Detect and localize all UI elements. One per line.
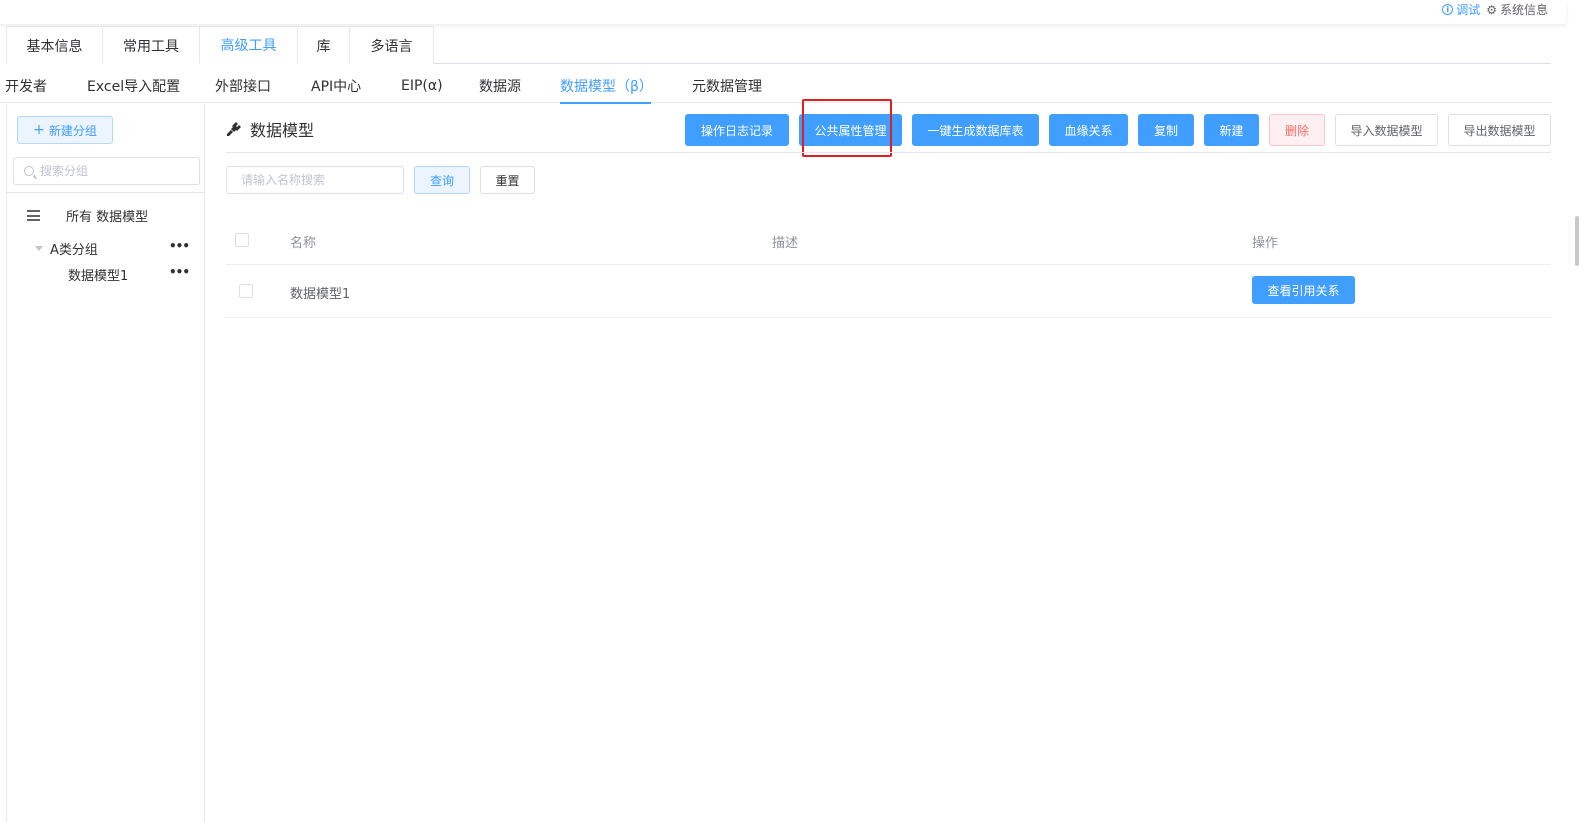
- system-info-link[interactable]: ⚙ 系统信息: [1486, 1, 1548, 18]
- subtab-datasource[interactable]: 数据源: [479, 68, 521, 103]
- top-bar: i 调试 ⚙ 系统信息: [0, 0, 1566, 24]
- info-icon: i: [1442, 4, 1454, 15]
- group-search-input[interactable]: [40, 164, 180, 178]
- operation-log-button[interactable]: 操作日志记录: [685, 114, 789, 146]
- subtab-external-api[interactable]: 外部接口: [215, 68, 271, 103]
- debug-link[interactable]: i 调试: [1442, 1, 1480, 18]
- tab-advanced-tools[interactable]: 高级工具: [199, 26, 298, 64]
- group-search-box: [13, 157, 200, 185]
- table-row: 数据模型1 查看引用关系: [226, 265, 1551, 318]
- public-attribute-button[interactable]: 公共属性管理: [799, 114, 902, 146]
- copy-button[interactable]: 复制: [1138, 114, 1194, 146]
- system-info-label: 系统信息: [1499, 3, 1548, 17]
- generate-db-table-button[interactable]: 一键生成数据库表: [912, 114, 1039, 146]
- model-more-icon[interactable]: •••: [169, 265, 190, 279]
- view-references-button[interactable]: 查看引用关系: [1252, 276, 1355, 304]
- tree-all-label: 所有 数据模型: [66, 210, 149, 225]
- gear-icon: ⚙: [1486, 2, 1497, 17]
- new-button[interactable]: 新建: [1204, 114, 1259, 146]
- table-header: 名称 描述 操作: [226, 216, 1551, 265]
- tab-common-tools[interactable]: 常用工具: [102, 26, 200, 64]
- import-model-button[interactable]: 导入数据模型: [1335, 114, 1438, 146]
- page-title: 数据模型: [226, 117, 314, 141]
- tree-all-models[interactable]: 所有 数据模型: [27, 206, 148, 225]
- topbar-actions: i 调试 ⚙ 系统信息: [1442, 1, 1548, 18]
- subtab-data-model[interactable]: 数据模型（β）: [560, 68, 653, 104]
- page-title-label: 数据模型: [250, 121, 315, 140]
- row-name-cell: 数据模型1: [290, 287, 351, 302]
- tree-group-label: A类分组: [50, 243, 98, 258]
- group-sidebar: + 新建分组 所有 数据模型 A类分组 ••• 数据模型1 •••: [6, 104, 205, 822]
- column-header-actions: 操作: [1252, 236, 1279, 251]
- header-divider: [226, 152, 1551, 153]
- debug-label: 调试: [1456, 3, 1481, 17]
- tree-model-label: 数据模型1: [68, 269, 129, 284]
- subtab-metadata[interactable]: 元数据管理: [692, 68, 762, 103]
- tree-group-a[interactable]: A类分组: [35, 239, 98, 258]
- plug-icon: [227, 122, 241, 136]
- subtab-developer[interactable]: 开发者: [5, 68, 47, 103]
- new-group-label: 新建分组: [48, 123, 97, 138]
- row-checkbox[interactable]: [239, 284, 253, 298]
- search-icon: [24, 166, 34, 176]
- subtab-api-center[interactable]: API中心: [311, 68, 361, 103]
- sub-tabs: 开发者 Excel导入配置 外部接口 API中心 EIP(α) 数据源 数据模型…: [0, 68, 1551, 104]
- column-header-name: 名称: [290, 236, 317, 251]
- tab-library[interactable]: 库: [297, 26, 350, 64]
- tab-multi-language[interactable]: 多语言: [349, 26, 434, 64]
- main-tabs: 基本信息 常用工具 高级工具 库 多语言: [6, 26, 1551, 64]
- tree-model-1[interactable]: 数据模型1: [68, 265, 128, 284]
- delete-button[interactable]: 删除: [1269, 114, 1325, 146]
- name-search-input[interactable]: [226, 166, 404, 194]
- query-button[interactable]: 查询: [414, 166, 470, 194]
- subtab-eip[interactable]: EIP(α): [401, 68, 443, 103]
- select-all-checkbox[interactable]: [235, 233, 249, 247]
- page-scrollbar[interactable]: [1575, 216, 1579, 266]
- new-group-button[interactable]: + 新建分组: [17, 116, 113, 144]
- export-model-button[interactable]: 导出数据模型: [1448, 114, 1551, 146]
- data-model-table: 名称 描述 操作 数据模型1 查看引用关系: [226, 216, 1551, 318]
- tab-basic-info[interactable]: 基本信息: [6, 26, 103, 64]
- lineage-button[interactable]: 血缘关系: [1049, 114, 1128, 146]
- reset-button[interactable]: 重置: [480, 166, 535, 194]
- group-more-icon[interactable]: •••: [169, 239, 190, 253]
- caret-down-icon: [35, 246, 43, 251]
- plus-icon: +: [33, 122, 45, 138]
- subtab-excel-import[interactable]: Excel导入配置: [87, 68, 180, 103]
- column-header-description: 描述: [772, 236, 799, 251]
- menu-icon: [27, 210, 40, 221]
- sidebar-divider: [7, 192, 204, 193]
